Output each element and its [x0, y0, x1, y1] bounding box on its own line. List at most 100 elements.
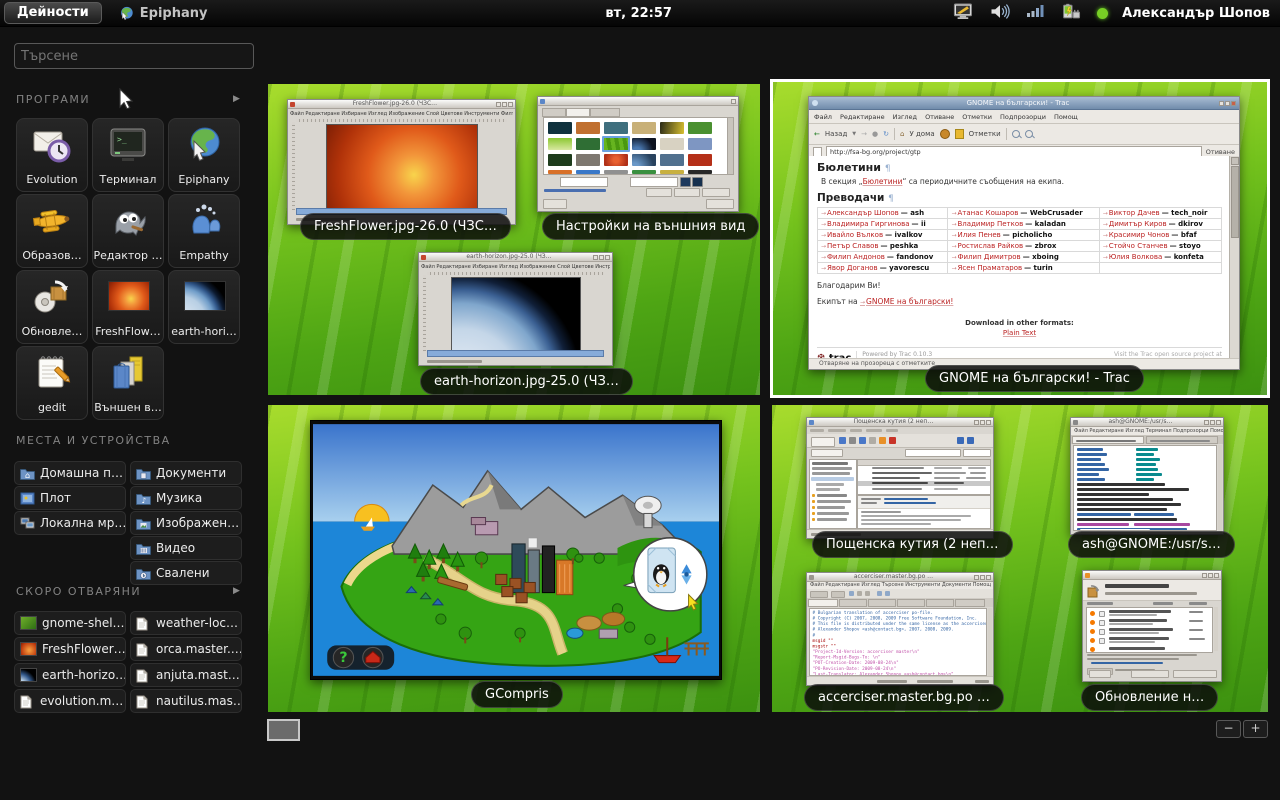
translator-link[interactable]: Виктор Дачев	[1103, 209, 1160, 217]
translator-link[interactable]: Филип Димитров	[951, 253, 1020, 261]
window-terminal[interactable]: ash@GNOME:/usr/s… Файл Редактиране Изгле…	[1070, 417, 1224, 535]
window-gimp-earth[interactable]: earth-horizon.jpg-25.0 (ЧЗ… Файл Редакти…	[418, 252, 613, 366]
place-music[interactable]: ♪ Музика	[130, 486, 242, 510]
place-home[interactable]: ⌂ Домашна п…	[14, 461, 126, 485]
zoom-out-icon[interactable]	[1025, 130, 1033, 138]
recent-item[interactable]: earth-horizo…	[14, 663, 126, 687]
recent-item[interactable]: anjuta.mast…	[130, 663, 242, 687]
workspace-3[interactable]: ? GCompris	[268, 405, 760, 712]
menu-file[interactable]: Файл	[814, 113, 832, 121]
pilcrow[interactable]: ¶	[885, 164, 891, 174]
user-menu[interactable]: Александър Шопов	[1122, 6, 1270, 21]
battery-icon[interactable]	[1059, 3, 1083, 24]
menu-tabs[interactable]: Подпрозорци	[1000, 113, 1046, 121]
doc-earth-horizon[interactable]: earth-hori…	[168, 270, 240, 344]
menu-edit[interactable]: Редактиране	[840, 113, 885, 121]
workspace-indicator[interactable]	[267, 719, 300, 741]
translator-link[interactable]: Владимира Гиргинова	[821, 220, 910, 228]
translator-link[interactable]: Петър Славов	[821, 242, 878, 250]
pilcrow[interactable]: ¶	[888, 194, 894, 204]
translator-link[interactable]: Ясен Праматаров	[951, 264, 1022, 272]
gcompris-help-button[interactable]: ?	[339, 650, 347, 666]
back-icon[interactable]: ←	[814, 130, 820, 138]
translator-link[interactable]: Стойчо Станчев	[1103, 242, 1168, 250]
menu-help[interactable]: Помощ	[1054, 113, 1078, 121]
translator-link[interactable]: Ивайло Вълков	[821, 231, 883, 239]
window-appearance[interactable]	[537, 96, 739, 212]
place-local-network[interactable]: Локална мр…	[14, 511, 126, 535]
message-list	[857, 459, 991, 495]
window-gedit[interactable]: accerciser.master.bg.po … Файл Редактира…	[806, 572, 994, 686]
bulletins-link[interactable]: Бюлетини	[863, 177, 903, 186]
recent-item[interactable]: evolution.m…	[14, 689, 126, 713]
app-gedit[interactable]: gedit	[16, 346, 88, 420]
translator-link[interactable]: Илия Пенев	[951, 231, 1000, 239]
window-label: earth-horizon.jpg-25.0 (ЧЗ…	[420, 368, 633, 395]
window-updater[interactable]	[1082, 570, 1222, 682]
doc-freshflower[interactable]: FreshFlow…	[92, 270, 164, 344]
remove-workspace-button[interactable]: −	[1216, 720, 1241, 738]
bookmarks-button[interactable]: Отметки	[969, 130, 1001, 138]
translator-link[interactable]: Атанас Кошаров	[951, 209, 1018, 217]
window-evolution[interactable]: Пощенска кутия (2 неп…	[806, 417, 994, 539]
plain-text-link[interactable]: Plain Text	[817, 329, 1222, 337]
workspace-2[interactable]: GNOME на български! - Trac Файл Редактир…	[770, 79, 1270, 398]
app-empathy[interactable]: Empathy	[168, 194, 240, 268]
workspace-1[interactable]: FreshFlower.jpg-26.0 (ЧЗС… Файл Редактир…	[268, 84, 760, 395]
history-icon[interactable]	[940, 129, 950, 139]
team-link[interactable]: GNOME на български!	[860, 297, 953, 306]
search-input[interactable]	[14, 43, 254, 69]
clock[interactable]: вт, 22:57	[605, 6, 672, 21]
place-desktop[interactable]: Плот	[14, 486, 126, 510]
place-videos[interactable]: Видео	[130, 536, 242, 560]
stop-icon[interactable]: ●	[872, 130, 878, 138]
place-pictures[interactable]: Изображен…	[130, 511, 242, 535]
document-icon	[136, 695, 151, 708]
bookmarks-icon[interactable]	[955, 129, 964, 139]
translator-link[interactable]: Владимир Петков	[951, 220, 1023, 228]
window-gimp-freshflower[interactable]: FreshFlower.jpg-26.0 (ЧЗС… Файл Редактир…	[287, 99, 516, 225]
menu-go[interactable]: Отиване	[925, 113, 954, 121]
programs-expand-icon[interactable]: ▶	[233, 94, 240, 104]
recent-item[interactable]: orca.master.…	[130, 637, 242, 661]
app-menu[interactable]: Epiphany	[118, 5, 208, 22]
network-signal-icon[interactable]	[1025, 3, 1045, 23]
translator-link[interactable]: Красимир Чонов	[1103, 231, 1170, 239]
app-evolution[interactable]: Evolution	[16, 118, 88, 192]
display-settings-icon[interactable]	[953, 3, 975, 24]
window-epiphany-trac[interactable]: GNOME на български! - Trac Файл Редактир…	[808, 96, 1240, 370]
app-gcompris[interactable]: Образов…	[16, 194, 88, 268]
app-software-update[interactable]: Обновле…	[16, 270, 88, 344]
app-terminal[interactable]: >_ Терминал	[92, 118, 164, 192]
recent-item[interactable]: gnome-shel…	[14, 611, 126, 635]
app-gimp[interactable]: Редактор …	[92, 194, 164, 268]
reload-icon[interactable]: ↻	[883, 130, 889, 138]
menu-view[interactable]: Изглед	[893, 113, 917, 121]
home-icon[interactable]: ⌂	[900, 130, 904, 138]
recent-item[interactable]: FreshFlower…	[14, 637, 126, 661]
recent-item[interactable]: weather-loc…	[130, 611, 242, 635]
translator-link[interactable]: Димитър Киров	[1103, 220, 1167, 228]
go-button[interactable]: Отиване	[1206, 148, 1235, 156]
menu-bookmarks[interactable]: Отметки	[962, 113, 992, 121]
translator-link[interactable]: Александър Шопов	[821, 209, 899, 217]
zoom-in-icon[interactable]	[1012, 130, 1020, 138]
app-epiphany[interactable]: Epiphany	[168, 118, 240, 192]
activities-button[interactable]: Дейности	[4, 2, 102, 24]
translator-link[interactable]: Юлия Волкова	[1103, 253, 1163, 261]
workspace-4[interactable]: Пощенска кутия (2 неп…	[772, 405, 1268, 712]
app-appearance[interactable]: Външен в…	[92, 346, 164, 420]
back-dropdown-icon[interactable]: ▼	[852, 131, 856, 137]
translator-link[interactable]: Явор Доганов	[821, 264, 878, 272]
translator-link[interactable]: Филип Андонов	[821, 253, 885, 261]
recent-item[interactable]: nautilus.mas…	[130, 689, 242, 713]
add-workspace-button[interactable]: +	[1243, 720, 1268, 738]
recent-expand-icon[interactable]: ▶	[233, 586, 240, 596]
place-downloads[interactable]: Свалени	[130, 561, 242, 585]
home-button[interactable]: У дома	[909, 130, 934, 138]
back-button[interactable]: Назад	[825, 130, 847, 138]
place-documents[interactable]: Документи	[130, 461, 242, 485]
translator-link[interactable]: Ростислав Райков	[951, 242, 1023, 250]
volume-icon[interactable]	[989, 3, 1011, 24]
window-gcompris[interactable]: ?	[310, 420, 722, 680]
